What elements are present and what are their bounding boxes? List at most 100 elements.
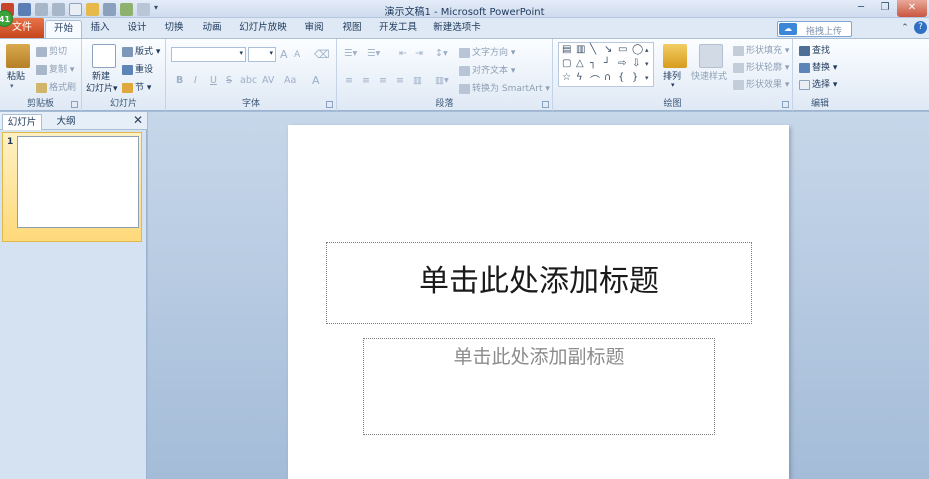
- tab-home[interactable]: 开始: [45, 20, 82, 38]
- grow-font-icon[interactable]: A: [280, 48, 288, 61]
- rounded-rect-shape-icon[interactable]: ▢: [562, 58, 571, 69]
- find-button[interactable]: 查找: [799, 43, 830, 56]
- select-button[interactable]: 选择 ▾: [799, 77, 837, 90]
- lightning-shape-icon[interactable]: ϟ: [576, 72, 583, 83]
- layout-button[interactable]: 版式 ▾: [122, 44, 160, 57]
- oval-shape-icon[interactable]: ◯: [632, 44, 643, 55]
- increase-indent-icon[interactable]: ⇥: [415, 48, 423, 59]
- shape-outline-button[interactable]: 形状轮廓 ▾: [733, 60, 789, 73]
- tab-animations[interactable]: 动画: [198, 20, 226, 38]
- upload-button[interactable]: ☁ 拖拽上传: [777, 21, 852, 37]
- decrease-indent-icon[interactable]: ⇤: [399, 48, 407, 59]
- font-size-combo[interactable]: ▾: [248, 47, 276, 62]
- tab-slideshow[interactable]: 幻灯片放映: [236, 20, 290, 38]
- restore-icon[interactable]: ❐: [873, 0, 897, 17]
- justify-icon[interactable]: ≡: [396, 75, 404, 86]
- layout-icon: [122, 46, 133, 57]
- title-placeholder[interactable]: 单击此处添加标题: [326, 242, 752, 324]
- change-case-icon[interactable]: Aa: [284, 75, 296, 86]
- slide-canvas[interactable]: 单击此处添加标题 单击此处添加副标题: [288, 125, 789, 479]
- paste-icon[interactable]: [6, 44, 30, 68]
- tab-insert[interactable]: 插入: [86, 20, 114, 38]
- gallery-scroll-down-icon[interactable]: ▾: [645, 60, 649, 68]
- right-brace-shape-icon[interactable]: }: [632, 72, 638, 83]
- subtitle-placeholder[interactable]: 单击此处添加副标题: [363, 338, 715, 435]
- section-button[interactable]: 节 ▾: [122, 80, 151, 93]
- quick-styles-icon[interactable]: [699, 44, 723, 68]
- font-color-icon[interactable]: A: [312, 74, 320, 87]
- new-slide-dropdown[interactable]: 幻灯片▾: [86, 81, 118, 94]
- columns-icon[interactable]: ▥▾: [435, 75, 449, 86]
- tab-transitions[interactable]: 切换: [160, 20, 188, 38]
- quick-styles-button[interactable]: 快速样式: [691, 69, 727, 82]
- tab-slides-view[interactable]: 幻灯片: [2, 114, 42, 130]
- paste-button[interactable]: 粘贴: [7, 69, 25, 82]
- gallery-more-icon[interactable]: ▾: [645, 74, 649, 82]
- freeform-shape-icon[interactable]: ☆: [562, 72, 571, 83]
- align-center-icon[interactable]: ≡: [362, 75, 370, 86]
- font-name-combo[interactable]: ▾: [171, 47, 246, 62]
- smartart-button[interactable]: 转换为 SmartArt ▾: [459, 81, 550, 94]
- gallery-scroll-icon[interactable]: ▴: [645, 46, 649, 54]
- arc-shape-icon[interactable]: ⌒: [590, 72, 600, 87]
- tab-outline-view[interactable]: 大纲: [46, 114, 86, 130]
- shape-fill-button[interactable]: 形状填充 ▾: [733, 43, 789, 56]
- paragraph-launcher-icon[interactable]: [542, 101, 549, 108]
- shrink-font-icon[interactable]: A: [294, 50, 300, 60]
- slide-thumbnail[interactable]: [17, 136, 139, 228]
- clear-format-icon[interactable]: ⌫: [314, 48, 330, 61]
- line-shape-icon[interactable]: ╲: [590, 44, 596, 55]
- shape-effects-button[interactable]: 形状效果 ▾: [733, 77, 789, 90]
- left-brace-shape-icon[interactable]: {: [618, 72, 624, 83]
- paste-dropdown-icon[interactable]: ▾: [10, 82, 14, 90]
- format-painter-button[interactable]: 格式刷: [36, 80, 76, 93]
- connector-shape-icon[interactable]: ┘: [604, 58, 610, 69]
- rectangle-shape-icon[interactable]: ▭: [618, 44, 627, 55]
- align-right-icon[interactable]: ≡: [379, 75, 387, 86]
- textbox-shape-icon[interactable]: ▤: [562, 44, 571, 55]
- slide-thumbnail-row[interactable]: 1: [2, 132, 142, 242]
- minimize-ribbon-icon[interactable]: ⌃: [898, 21, 912, 35]
- bullets-icon[interactable]: ☰▾: [344, 48, 357, 59]
- italic-icon[interactable]: I: [194, 75, 197, 86]
- bold-icon[interactable]: B: [176, 75, 183, 86]
- new-slide-icon[interactable]: [92, 44, 116, 68]
- arrow-line-shape-icon[interactable]: ↘: [604, 44, 612, 55]
- drawing-launcher-icon[interactable]: [782, 101, 789, 108]
- close-pane-icon[interactable]: ✕: [133, 113, 143, 127]
- align-text-button[interactable]: 对齐文本 ▾: [459, 63, 515, 76]
- strikethrough-icon[interactable]: S: [226, 75, 232, 86]
- text-shadow-icon[interactable]: abc: [240, 75, 257, 86]
- arrange-dropdown-icon[interactable]: ▾: [671, 81, 675, 89]
- minimize-icon[interactable]: ─: [849, 0, 873, 17]
- distribute-icon[interactable]: ▥: [413, 75, 422, 86]
- underline-icon[interactable]: U: [210, 75, 217, 86]
- tab-new-tab[interactable]: 新建选项卡: [430, 20, 484, 38]
- line-spacing-icon[interactable]: ↕▾: [435, 48, 448, 59]
- copy-button[interactable]: 复制 ▾: [36, 62, 74, 75]
- cut-button[interactable]: 剪切: [36, 44, 67, 57]
- font-launcher-icon[interactable]: [326, 101, 333, 108]
- elbow-connector-shape-icon[interactable]: ┐: [590, 58, 596, 69]
- close-icon[interactable]: ✕: [897, 0, 927, 17]
- clipboard-launcher-icon[interactable]: [71, 101, 78, 108]
- tab-design[interactable]: 设计: [123, 20, 151, 38]
- triangle-shape-icon[interactable]: △: [576, 58, 584, 69]
- cursor-icon: [799, 79, 810, 90]
- character-spacing-icon[interactable]: AV: [262, 75, 274, 86]
- tab-view[interactable]: 视图: [338, 20, 366, 38]
- down-arrow-shape-icon[interactable]: ⇩: [632, 58, 640, 69]
- shapes-gallery[interactable]: ▤ ▥ ╲ ↘ ▭ ◯ ▢ △ ┐ ┘ ⇨ ⇩ ☆ ϟ ⌒ ∩ { } ▴ ▾ …: [558, 42, 654, 87]
- help-icon[interactable]: ?: [914, 21, 927, 34]
- reset-button[interactable]: 重设: [122, 62, 153, 75]
- replace-button[interactable]: 替换 ▾: [799, 60, 837, 73]
- tab-developer[interactable]: 开发工具: [376, 20, 420, 38]
- right-arrow-shape-icon[interactable]: ⇨: [618, 58, 626, 69]
- vertical-textbox-shape-icon[interactable]: ▥: [576, 44, 585, 55]
- align-left-icon[interactable]: ≡: [345, 75, 353, 86]
- curve-shape-icon[interactable]: ∩: [604, 72, 611, 83]
- numbering-icon[interactable]: ☰▾: [367, 48, 380, 59]
- arrange-icon[interactable]: [663, 44, 687, 68]
- text-direction-button[interactable]: 文字方向 ▾: [459, 45, 515, 58]
- tab-review[interactable]: 审阅: [300, 20, 328, 38]
